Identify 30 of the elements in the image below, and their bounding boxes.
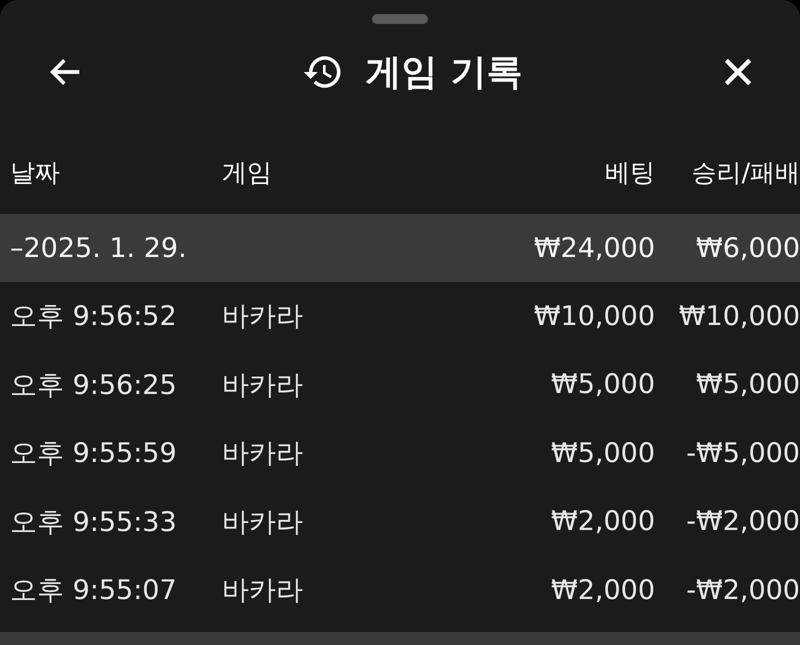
bet-cell-text: ₩2,000 [550, 574, 655, 606]
column-header: 승리/패배 [690, 156, 800, 188]
game-cell-text: 바카라 [222, 506, 304, 540]
bet-cell-text: ₩5,000 [550, 369, 655, 400]
result-cell-text: ₩10,000 [678, 300, 800, 332]
sheet-title: 게임 기록 [366, 50, 522, 94]
result-total: ₩6,000 [695, 232, 800, 264]
time-cell-text: 오후 9:55:33 [10, 506, 178, 540]
bet-cell-text: ₩5,000 [550, 438, 655, 469]
time-cell-text: 오후 9:56:52 [10, 300, 178, 334]
result-cell-text: ₩5,000 [695, 369, 800, 400]
time-cell-text: 오후 9:56:25 [10, 368, 178, 403]
game-cell-text: 바카라 [222, 300, 304, 334]
column-header: 날짜 [10, 156, 61, 188]
bet-cell-text: ₩2,000 [550, 506, 655, 538]
result-cell-text: -₩2,000 [685, 574, 800, 606]
group-row[interactable]: –2025. 1. 29. ₩24,000 ₩6,000 [0, 214, 800, 282]
result-cell-text: -₩2,000 [685, 506, 800, 538]
game-cell-text: 바카라 [222, 574, 304, 608]
time-cell-text: 오후 9:55:59 [10, 437, 178, 472]
bet-total: ₩24,000 [532, 232, 655, 264]
drag-handle[interactable] [372, 14, 428, 24]
time-cell-text: 오후 9:55:07 [10, 574, 178, 608]
game-cell-text: 바카라 [222, 368, 304, 403]
bet-cell-text: ₩10,000 [532, 300, 655, 332]
group-date: –2025. 1. 29. [10, 232, 188, 264]
column-header: 베팅 [604, 156, 655, 188]
game-cell-text: 바카라 [222, 437, 304, 472]
column-header: 게임 [222, 156, 273, 188]
result-cell-text: -₩5,000 [685, 438, 800, 469]
